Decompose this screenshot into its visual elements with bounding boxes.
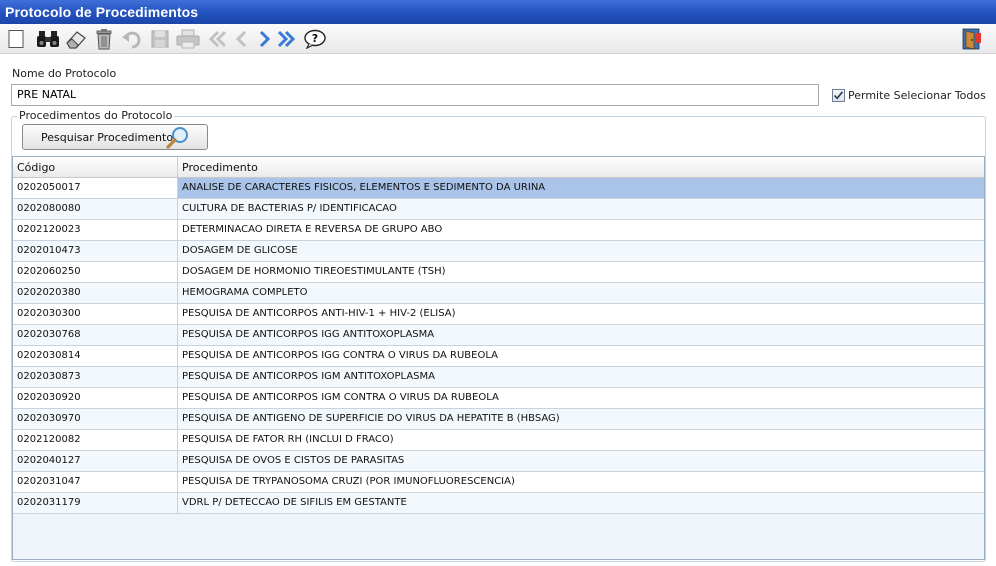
cell-codigo: 0202030873: [13, 367, 178, 387]
cell-procedimento: PESQUISA DE ANTIGENO DE SUPERFICIE DO VI…: [182, 413, 560, 424]
cell-codigo: 0202030814: [13, 346, 178, 366]
table-row[interactable]: 0202030300 PESQUISA DE ANTICORPOS ANTI-HI…: [13, 304, 984, 325]
trash-icon[interactable]: [92, 27, 116, 51]
cell-procedimento: PESQUISA DE ANTICORPOS IGG CONTRA O VIRU…: [182, 350, 498, 361]
table-row[interactable]: 0202060250 DOSAGEM DE HORMONIO TIREOESTIM…: [13, 262, 984, 283]
cell-procedimento: PESQUISA DE ANTICORPOS ANTI-HIV-1 + HIV-…: [182, 308, 456, 319]
cell-procedimento: DOSAGEM DE HORMONIO TIREOESTIMULANTE (TS…: [182, 266, 446, 277]
cell-codigo: 0202050017: [13, 178, 178, 198]
permite-selecionar-todos-label: Permite Selecionar Todos: [848, 88, 986, 102]
help-icon[interactable]: ?: [303, 27, 327, 51]
cell-codigo: 0202120023: [13, 220, 178, 240]
permite-selecionar-todos[interactable]: Permite Selecionar Todos: [832, 87, 986, 103]
nome-protocolo-label: Nome do Protocolo: [12, 67, 117, 80]
cell-procedimento: CULTURA DE BACTERIAS P/ IDENTIFICACAO: [182, 203, 397, 214]
cell-codigo: 0202030300: [13, 304, 178, 324]
table-row[interactable]: 0202030970 PESQUISA DE ANTIGENO DE SUPERF…: [13, 409, 984, 430]
eraser-icon[interactable]: [64, 27, 88, 51]
new-icon[interactable]: [4, 27, 28, 51]
procedimentos-legend: Procedimentos do Protocolo: [17, 109, 175, 122]
table-row[interactable]: 0202030873 PESQUISA DE ANTICORPOS IGM ANT…: [13, 367, 984, 388]
table-row[interactable]: 0202030814 PESQUISA DE ANTICORPOS IGG CON…: [13, 346, 984, 367]
cell-procedimento: PESQUISA DE TRYPANOSOMA CRUZI (POR IMUNO…: [182, 476, 515, 487]
permite-selecionar-todos-checkbox[interactable]: [832, 88, 845, 102]
pesquisar-procedimentos-label: Pesquisar Procedimentos: [41, 130, 179, 144]
cell-procedimento: PESQUISA DE ANTICORPOS IGM CONTRA O VIRU…: [182, 392, 499, 403]
table-row[interactable]: 0202040127 PESQUISA DE OVOS E CISTOS DE P…: [13, 451, 984, 472]
cell-procedimento: DOSAGEM DE GLICOSE: [182, 245, 298, 256]
cell-codigo: 0202030920: [13, 388, 178, 408]
table-row[interactable]: 0202120082 PESQUISA DE FATOR RH (INCLUI D…: [13, 430, 984, 451]
cell-codigo: 0202030970: [13, 409, 178, 429]
exit-door-icon[interactable]: [960, 27, 984, 51]
last-icon[interactable]: [274, 27, 298, 51]
magnifier-icon: [166, 127, 188, 149]
cell-procedimento: PESQUISA DE OVOS E CISTOS DE PARASITAS: [182, 455, 405, 466]
nome-protocolo-input[interactable]: PRE NATAL: [11, 84, 819, 106]
cell-procedimento: PESQUISA DE FATOR RH (INCLUI D FRACO): [182, 434, 394, 445]
cell-procedimento: ANALISE DE CARACTERES FISICOS, ELEMENTOS…: [178, 178, 984, 198]
table-row[interactable]: 0202010473 DOSAGEM DE GLICOSE: [13, 241, 984, 262]
next-icon[interactable]: [252, 27, 276, 51]
cell-codigo: 0202031179: [13, 493, 178, 513]
cell-codigo: 0202060250: [13, 262, 178, 282]
table-row[interactable]: 0202020380 HEMOGRAMA COMPLETO: [13, 283, 984, 304]
grid-header: Código Procedimento: [13, 157, 984, 178]
table-row[interactable]: 0202030920 PESQUISA DE ANTICORPOS IGM CON…: [13, 388, 984, 409]
cell-codigo: 0202031047: [13, 472, 178, 492]
table-row[interactable]: 0202120023 DETERMINACAO DIRETA E REVERSA …: [13, 220, 984, 241]
cell-procedimento: HEMOGRAMA COMPLETO: [182, 287, 308, 298]
save-icon[interactable]: [148, 27, 172, 51]
svg-text:?: ?: [312, 32, 318, 45]
prev-icon[interactable]: [230, 27, 254, 51]
window-title: Protocolo de Procedimentos: [0, 0, 996, 24]
cell-procedimento: VDRL P/ DETECCAO DE SIFILIS EM GESTANTE: [182, 497, 407, 508]
toolbar: ?: [0, 24, 996, 54]
checkmark-icon: [833, 90, 844, 100]
cell-codigo: 0202030768: [13, 325, 178, 345]
column-header-procedimento[interactable]: Procedimento: [178, 157, 984, 177]
procedimentos-grid: Código Procedimento 0202050017 ANALISE DE…: [12, 156, 985, 560]
binoculars-icon[interactable]: [36, 27, 60, 51]
table-row[interactable]: 0202031179 VDRL P/ DETECCAO DE SIFILIS EM…: [13, 493, 984, 514]
table-row[interactable]: 0202050017 ANALISE DE CARACTERES FISICOS,…: [13, 178, 984, 199]
cell-codigo: 0202080080: [13, 199, 178, 219]
table-row[interactable]: 0202030768 PESQUISA DE ANTICORPOS IGG ANT…: [13, 325, 984, 346]
cell-codigo: 0202010473: [13, 241, 178, 261]
cell-codigo: 0202040127: [13, 451, 178, 471]
cell-procedimento: DETERMINACAO DIRETA E REVERSA DE GRUPO A…: [182, 224, 443, 235]
cell-codigo: 0202020380: [13, 283, 178, 303]
first-icon[interactable]: [206, 27, 230, 51]
pesquisar-procedimentos-button[interactable]: Pesquisar Procedimentos: [22, 124, 208, 150]
print-icon[interactable]: [176, 27, 200, 51]
cell-codigo: 0202120082: [13, 430, 178, 450]
column-header-codigo[interactable]: Código: [13, 157, 178, 177]
undo-icon[interactable]: [120, 27, 144, 51]
grid-body: 0202050017 ANALISE DE CARACTERES FISICOS,…: [13, 178, 984, 514]
table-row[interactable]: 0202031047 PESQUISA DE TRYPANOSOMA CRUZI …: [13, 472, 984, 493]
table-row[interactable]: 0202080080 CULTURA DE BACTERIAS P/ IDENTI…: [13, 199, 984, 220]
cell-procedimento: PESQUISA DE ANTICORPOS IGG ANTITOXOPLASM…: [182, 329, 435, 340]
cell-procedimento: PESQUISA DE ANTICORPOS IGM ANTITOXOPLASM…: [182, 371, 435, 382]
